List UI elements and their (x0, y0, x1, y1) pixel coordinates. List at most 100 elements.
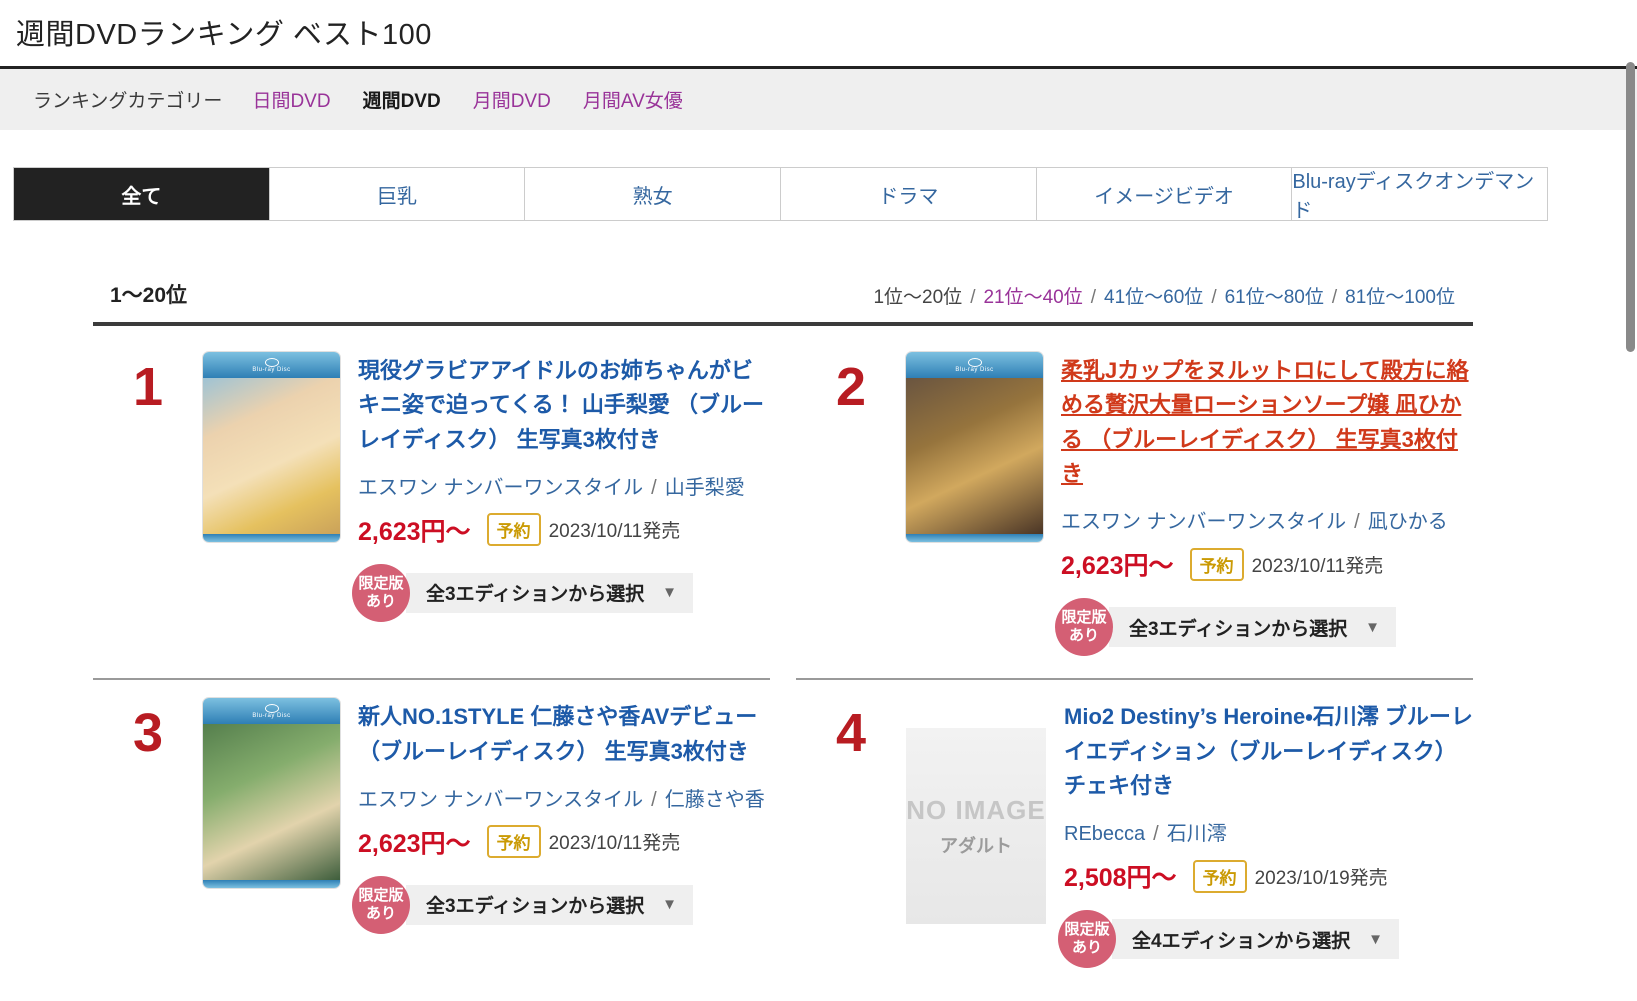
edition-row: 限定版 あり 全4エディションから選択 ▼ (1058, 910, 1473, 969)
release-date: 2023/10/19発売 (1254, 867, 1388, 889)
price-row: 2,508円〜 予約 2023/10/19発売 (1064, 858, 1473, 894)
ranking-item-4: 4 NO IMAGE アダルト Mio2 Destiny’s Heroine・石… (796, 678, 1473, 990)
limited-edition-badge: 限定版 あり (1055, 598, 1113, 657)
maker-separator: / (1153, 823, 1159, 846)
release-date: 2023/10/11発売 (548, 521, 681, 543)
item-title-link[interactable]: Mio2 Destiny’s Heroine・石川澪 ブルーレイエディション（ブ… (1064, 700, 1473, 803)
rank-pagination: 1位〜20位 / 21位〜40位 / 41位〜60位 / 61位〜80位 / 81位〜100位 (873, 282, 1455, 309)
ranking-item-3: 3 Blu-ray Disc 新人NO.1STYLE 仁藤さや香AVデビュー （… (93, 678, 770, 990)
page-title: 週間DVDランキング ベスト100 (16, 19, 432, 51)
category-link-weekly-dvd: 週間DVD (362, 91, 441, 112)
release-date: 2023/10/11発売 (548, 833, 681, 855)
limited-edition-badge: 限定版 あり (352, 563, 410, 622)
vertical-scrollbar[interactable] (1626, 62, 1635, 352)
edition-select-dropdown[interactable]: 全3エディションから選択 ▼ (1109, 607, 1396, 648)
limited-edition-badge: 限定版 あり (1058, 910, 1116, 969)
page-link-21-40[interactable]: 21位〜40位 (983, 287, 1082, 308)
performer-link[interactable]: 仁藤さや香 (665, 789, 765, 811)
page-link-81-100[interactable]: 81位〜100位 (1345, 287, 1455, 308)
bluray-case-edge (906, 534, 1043, 542)
edition-row: 限定版 あり 全3エディションから選択 ▼ (352, 563, 770, 622)
cover-image[interactable]: Blu-ray Disc (203, 352, 340, 542)
performer-link[interactable]: 山手梨愛 (665, 477, 745, 499)
edition-select-dropdown[interactable]: 全4エディションから選択 ▼ (1112, 919, 1399, 960)
item-title-link[interactable]: 柔乳Jカップをヌルットロにして殿方に絡める贅沢大量ローションソープ嬢 凪ひかる … (1061, 354, 1473, 491)
tab-image-video[interactable]: イメージビデオ (1035, 168, 1292, 220)
cover-image[interactable]: Blu-ray Disc (906, 352, 1043, 542)
ranking-category-bar: ランキングカテゴリー 日間DVD 週間DVD 月間DVD 月間AV女優 (0, 66, 1637, 130)
edition-row: 限定版 あり 全3エディションから選択 ▼ (1055, 598, 1473, 657)
bluray-disc-icon (967, 357, 982, 367)
category-link-daily-dvd[interactable]: 日間DVD (252, 86, 330, 113)
preorder-badge: 予約 (486, 513, 541, 547)
price-row: 2,623円〜 予約 2023/10/11発売 (1061, 546, 1473, 582)
maker-row: エスワン ナンバーワンスタイル / 仁藤さや香 (358, 783, 770, 812)
tab-mature[interactable]: 熟女 (524, 168, 781, 220)
genre-tab-bar: 全て 巨乳 熟女 ドラマ イメージビデオ Blu-rayディスクオンデマンド (13, 167, 1548, 222)
category-link-monthly-av-actress[interactable]: 月間AV女優 (583, 86, 683, 113)
maker-link[interactable]: エスワン ナンバーワンスタイル (1061, 511, 1346, 533)
page-link-41-60[interactable]: 41位〜60位 (1104, 287, 1203, 308)
page-link-61-80[interactable]: 61位〜80位 (1225, 287, 1324, 308)
pagination-separator: / (1331, 287, 1338, 308)
item-info: 新人NO.1STYLE 仁藤さや香AVデビュー （ブルーレイディスク） 生写真3… (352, 698, 770, 968)
bluray-case-edge (203, 534, 340, 542)
cover-photo-placeholder (203, 724, 340, 881)
edition-select-dropdown[interactable]: 全3エディションから選択 ▼ (406, 884, 693, 925)
rank-number: 3 (132, 703, 164, 764)
item-title-link[interactable]: 新人NO.1STYLE 仁藤さや香AVデビュー （ブルーレイディスク） 生写真3… (358, 700, 770, 769)
cover-photo-placeholder (906, 378, 1043, 534)
bluray-logo-band: Blu-ray Disc (203, 352, 340, 378)
item-info: 現役グラビアアイドルのお姉ちゃんがビキニ姿で迫ってくる！ 山手梨愛 （ブルーレイ… (352, 352, 770, 656)
price: 2,623円〜 (358, 829, 471, 858)
preorder-badge: 予約 (1192, 859, 1247, 893)
tab-all[interactable]: 全て (14, 168, 269, 220)
bluray-case-edge (203, 880, 340, 889)
maker-separator: / (651, 476, 657, 499)
ranking-list-header: 1〜20位 1位〜20位 / 21位〜40位 / 41位〜60位 / 61位〜80位 / 81位… (93, 279, 1473, 326)
page-link-1-20: 1位〜20位 (873, 287, 963, 308)
maker-separator: / (651, 788, 657, 811)
release-date: 2023/10/11発売 (1251, 555, 1384, 577)
cover-photo-placeholder (203, 378, 340, 534)
bluray-logo-band: Blu-ray Disc (906, 352, 1043, 378)
bluray-logo-band: Blu-ray Disc (203, 698, 340, 725)
maker-link[interactable]: エスワン ナンバーワンスタイル (358, 789, 643, 811)
edition-select-dropdown[interactable]: 全3エディションから選択 ▼ (406, 572, 693, 613)
maker-link[interactable]: エスワン ナンバーワンスタイル (358, 477, 643, 499)
tab-bluray-on-demand[interactable]: Blu-rayディスクオンデマンド (1291, 168, 1548, 222)
ranking-list-section: 1〜20位 1位〜20位 / 21位〜40位 / 41位〜60位 / 61位〜80位 / 81位… (93, 279, 1473, 990)
pagination-separator: / (1090, 287, 1097, 308)
tab-drama[interactable]: ドラマ (780, 168, 1036, 220)
chevron-down-icon: ▼ (662, 584, 677, 602)
edition-row: 限定版 あり 全3エディションから選択 ▼ (352, 875, 770, 934)
rank-number: 1 (132, 357, 164, 417)
maker-row: エスワン ナンバーワンスタイル / 凪ひかる (1061, 505, 1473, 534)
rank-number: 4 (835, 703, 867, 764)
preorder-badge: 予約 (486, 825, 541, 859)
pagination-separator: / (970, 287, 976, 308)
maker-row: REbecca / 石川澪 (1064, 817, 1473, 846)
item-info: Mio2 Destiny’s Heroine・石川澪 ブルーレイエディション（ブ… (1058, 698, 1473, 969)
rank-number: 2 (835, 357, 867, 417)
maker-link[interactable]: REbecca (1064, 823, 1145, 845)
cover-image[interactable]: Blu-ray Disc (203, 698, 340, 889)
price: 2,508円〜 (1064, 864, 1177, 893)
no-image-placeholder: NO IMAGE アダルト (906, 728, 1046, 925)
maker-row: エスワン ナンバーワンスタイル / 山手梨愛 (358, 471, 770, 500)
performer-link[interactable]: 石川澪 (1167, 823, 1227, 845)
category-link-monthly-dvd[interactable]: 月間DVD (473, 86, 551, 113)
preorder-badge: 予約 (1189, 547, 1244, 581)
category-label: ランキングカテゴリー (33, 91, 223, 112)
item-info: 柔乳Jカップをヌルットロにして殿方に絡める贅沢大量ローションソープ嬢 凪ひかる … (1055, 352, 1473, 657)
price: 2,623円〜 (358, 517, 471, 546)
chevron-down-icon: ▼ (1368, 930, 1383, 948)
limited-edition-badge: 限定版 あり (352, 875, 410, 934)
bluray-disc-icon (264, 703, 279, 713)
performer-link[interactable]: 凪ひかる (1368, 511, 1448, 533)
ranking-item-1: 1 Blu-ray Disc 現役グラビアアイドルのお姉ちゃんがビキニ姿で迫って… (93, 352, 770, 678)
price-row: 2,623円〜 予約 2023/10/11発売 (358, 512, 770, 548)
item-title-link[interactable]: 現役グラビアアイドルのお姉ちゃんがビキニ姿で迫ってくる！ 山手梨愛 （ブルーレイ… (358, 354, 770, 457)
tab-busty[interactable]: 巨乳 (268, 168, 525, 220)
ranking-grid: 1 Blu-ray Disc 現役グラビアアイドルのお姉ちゃんがビキニ姿で迫って… (93, 326, 1473, 990)
